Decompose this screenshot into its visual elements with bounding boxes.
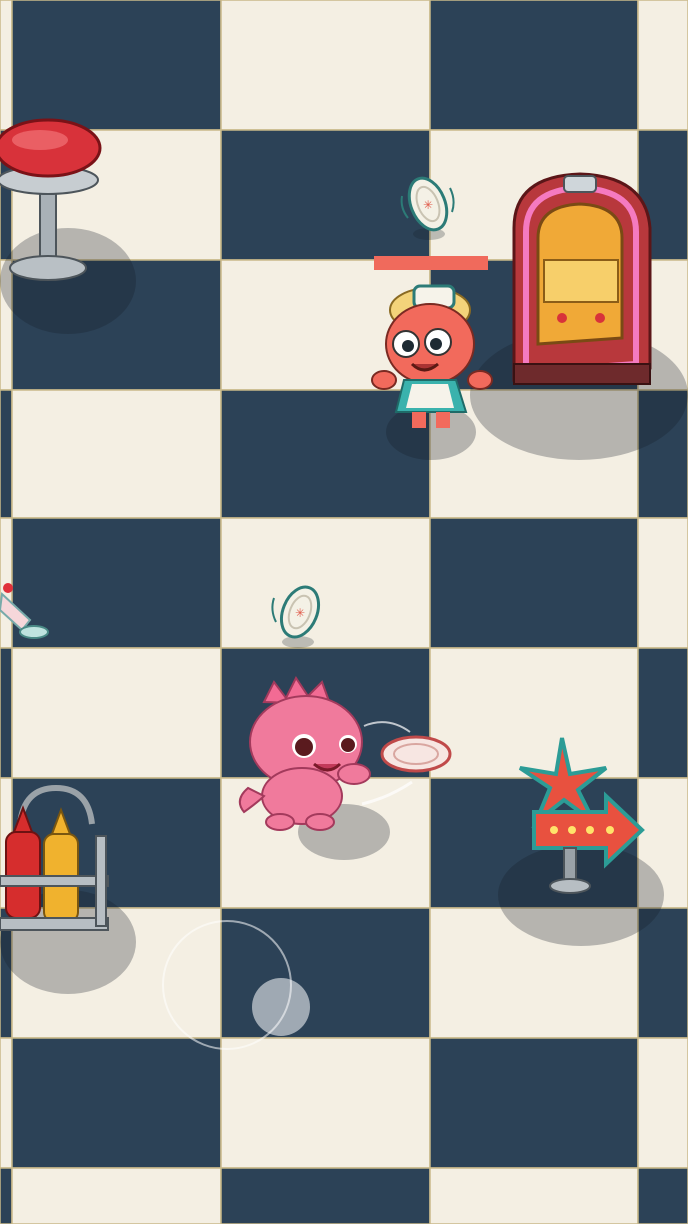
floor-tile <box>429 1037 639 1169</box>
diner-stool-icon <box>0 118 102 281</box>
floor-tile <box>429 517 639 649</box>
floor-tile <box>11 1037 222 1169</box>
flying-plate-icon: ✳ <box>271 585 321 648</box>
floor-tile <box>11 389 222 519</box>
pink-dinosaur-player-icon[interactable] <box>234 672 374 834</box>
ketchup-mustard-caddy-icon <box>0 784 109 931</box>
floor-tile <box>0 1167 13 1224</box>
floor-tile <box>220 0 431 131</box>
enemy-health-bar <box>374 256 488 270</box>
floor-tile <box>637 907 688 1039</box>
floor-tile <box>637 0 688 131</box>
floor-tile <box>0 647 13 779</box>
enemy-plate-icon: ✳ <box>400 176 455 240</box>
floor-tile <box>429 0 639 131</box>
enemy-health-fill <box>374 256 488 270</box>
floor-tile <box>11 0 222 131</box>
virtual-joystick[interactable] <box>162 920 310 1050</box>
game-stage[interactable]: ✳ ✳ <box>0 0 688 1224</box>
floor-tile <box>0 389 13 519</box>
thrown-plate-icon <box>361 721 452 806</box>
floor-tile <box>637 1167 688 1224</box>
floor-tile <box>11 647 222 779</box>
floor-tile <box>11 1167 222 1224</box>
neon-arrow-sign-icon <box>518 737 645 894</box>
svg-text:✳: ✳ <box>295 606 305 620</box>
jukebox-icon <box>512 172 652 385</box>
spilled-milkshake-icon <box>0 583 49 639</box>
floor-tile <box>429 1167 639 1224</box>
joystick-thumb[interactable] <box>252 978 310 1036</box>
floor-tile <box>637 1037 688 1169</box>
floor-tile <box>0 1037 13 1169</box>
floor-tile <box>637 517 688 649</box>
floor-tile <box>220 1037 431 1169</box>
floor-tile <box>220 1167 431 1224</box>
floor-tile <box>0 0 13 131</box>
waitress-monster-icon <box>371 284 493 428</box>
svg-text:✳: ✳ <box>423 198 433 212</box>
